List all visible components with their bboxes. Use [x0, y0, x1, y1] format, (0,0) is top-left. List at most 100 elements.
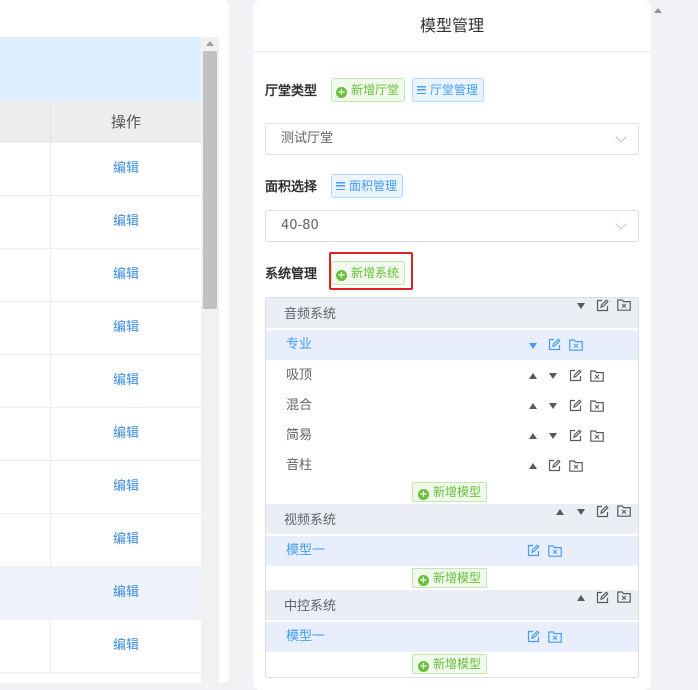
triangle-up-icon[interactable] [556, 509, 564, 515]
edit-link[interactable]: 编辑 [51, 249, 201, 301]
edit-link[interactable]: 编辑 [51, 408, 201, 460]
data-table-panel: 操作 编辑 编辑 编辑 编辑 编辑 编辑 编辑 编辑 编辑 编辑 [0, 0, 229, 683]
triangle-down-icon[interactable] [549, 433, 557, 439]
item-name: 模型一 [286, 543, 326, 558]
item-name: 音柱 [286, 458, 313, 473]
hall-manage-button[interactable]: 厅堂管理 [412, 78, 485, 102]
folder-delete-icon[interactable] [617, 591, 631, 603]
folder-delete-icon[interactable] [590, 370, 604, 382]
list-item[interactable]: 模型一 [266, 622, 638, 652]
folder-delete-icon[interactable] [590, 430, 604, 442]
plus-circle-icon: + [418, 575, 429, 586]
edit-link[interactable]: 编辑 [51, 461, 201, 513]
table-row: 编辑 [0, 408, 201, 461]
system-name: 中控系统 [284, 599, 337, 614]
triangle-up-icon[interactable] [529, 403, 537, 409]
data-table: 操作 编辑 编辑 编辑 编辑 编辑 编辑 编辑 编辑 编辑 编辑 [0, 0, 201, 683]
item-name: 吸顶 [286, 368, 313, 383]
area-manage-button[interactable]: 面积管理 [331, 174, 404, 198]
triangle-up-icon[interactable] [529, 463, 537, 469]
list-item[interactable]: 吸顶 [266, 361, 638, 391]
highlight-annotation [329, 252, 413, 290]
folder-delete-icon[interactable] [617, 299, 631, 311]
plus-circle-icon: + [418, 489, 429, 500]
triangle-up-icon[interactable] [577, 595, 585, 601]
scroll-up-icon[interactable] [206, 41, 214, 46]
add-model-label: 新增模型 [433, 657, 482, 671]
area-label: 面积选择 [265, 180, 318, 195]
triangle-down-icon[interactable] [577, 303, 585, 309]
plus-circle-icon: + [418, 661, 429, 672]
add-hall-button[interactable]: + 新增厅堂 [331, 78, 406, 102]
table-row: 编辑 [0, 249, 201, 302]
edit-icon[interactable] [548, 338, 561, 351]
edit-icon[interactable] [596, 299, 609, 312]
edit-icon[interactable] [569, 369, 582, 382]
table-header: 操作 [0, 101, 201, 144]
table-selected-row[interactable] [0, 37, 201, 101]
edit-link[interactable]: 编辑 [51, 567, 201, 619]
operation-column-header: 操作 [110, 113, 141, 131]
area-manage-label: 面积管理 [349, 179, 398, 193]
edit-icon[interactable] [569, 399, 582, 412]
list-item[interactable]: 简易 [266, 421, 638, 451]
chevron-down-icon [615, 131, 627, 143]
edit-link[interactable]: 编辑 [51, 196, 201, 248]
edit-link[interactable]: 编辑 [51, 302, 201, 354]
triangle-down-icon[interactable] [549, 373, 557, 379]
hall-type-label: 厅堂类型 [265, 84, 318, 99]
edit-icon[interactable] [527, 630, 540, 643]
edit-icon[interactable] [548, 459, 561, 472]
folder-delete-icon[interactable] [590, 400, 604, 412]
triangle-down-icon[interactable] [529, 343, 537, 349]
system-group-audio[interactable]: 音频系统 [266, 298, 638, 328]
system-group-video[interactable]: 视频系统 [266, 504, 638, 534]
edit-icon[interactable] [596, 505, 609, 518]
area-select[interactable]: 40-80 [265, 210, 639, 242]
list-item[interactable]: 专业 [266, 330, 638, 360]
list-item[interactable]: 音柱 [266, 451, 638, 481]
table-row: 编辑 [0, 620, 201, 673]
edit-link[interactable]: 编辑 [51, 143, 201, 195]
menu-icon [417, 86, 426, 94]
panel-title: 模型管理 [253, 0, 651, 52]
add-model-button[interactable]: + 新增模型 [412, 568, 488, 588]
item-name: 模型一 [286, 629, 326, 644]
folder-delete-icon[interactable] [548, 545, 562, 557]
triangle-up-icon[interactable] [529, 373, 537, 379]
folder-delete-icon[interactable] [617, 505, 631, 517]
area-value: 40-80 [281, 218, 319, 233]
hall-type-select[interactable]: 测试厅堂 [265, 123, 639, 155]
triangle-down-icon[interactable] [577, 509, 585, 515]
edit-link[interactable]: 编辑 [51, 355, 201, 407]
add-model-label: 新增模型 [433, 571, 482, 585]
folder-delete-icon[interactable] [548, 631, 562, 643]
table-row: 编辑 [0, 355, 201, 408]
page-scroll-up-icon[interactable] [654, 8, 662, 13]
list-item[interactable]: 混合 [266, 391, 638, 421]
system-manage-label: 系统管理 [265, 267, 318, 282]
add-hall-label: 新增厅堂 [351, 83, 400, 97]
system-group-control[interactable]: 中控系统 [266, 590, 638, 620]
scrollbar-thumb[interactable] [203, 51, 217, 309]
folder-delete-icon[interactable] [569, 339, 583, 351]
edit-icon[interactable] [569, 429, 582, 442]
edit-icon[interactable] [596, 591, 609, 604]
add-model-label: 新增模型 [433, 485, 482, 499]
table-row: 编辑 [0, 567, 201, 620]
folder-delete-icon[interactable] [569, 460, 583, 472]
table-row: 编辑 [0, 196, 201, 249]
list-item[interactable]: 模型一 [266, 536, 638, 566]
edit-link[interactable]: 编辑 [51, 620, 201, 672]
add-model-button[interactable]: + 新增模型 [412, 654, 488, 674]
triangle-up-icon[interactable] [529, 433, 537, 439]
table-row: 编辑 [0, 514, 201, 567]
edit-link[interactable]: 编辑 [51, 514, 201, 566]
table-scrollbar[interactable] [201, 37, 219, 683]
triangle-down-icon[interactable] [549, 403, 557, 409]
add-model-button[interactable]: + 新增模型 [412, 482, 488, 502]
system-tree: 音频系统 专业 吸顶 混合 简易 音柱 + 新增模型 视频系统 模型一 + 新增… [265, 297, 639, 678]
system-name: 音频系统 [284, 307, 337, 322]
edit-icon[interactable] [527, 544, 540, 557]
table-row: 编辑 [0, 461, 201, 514]
